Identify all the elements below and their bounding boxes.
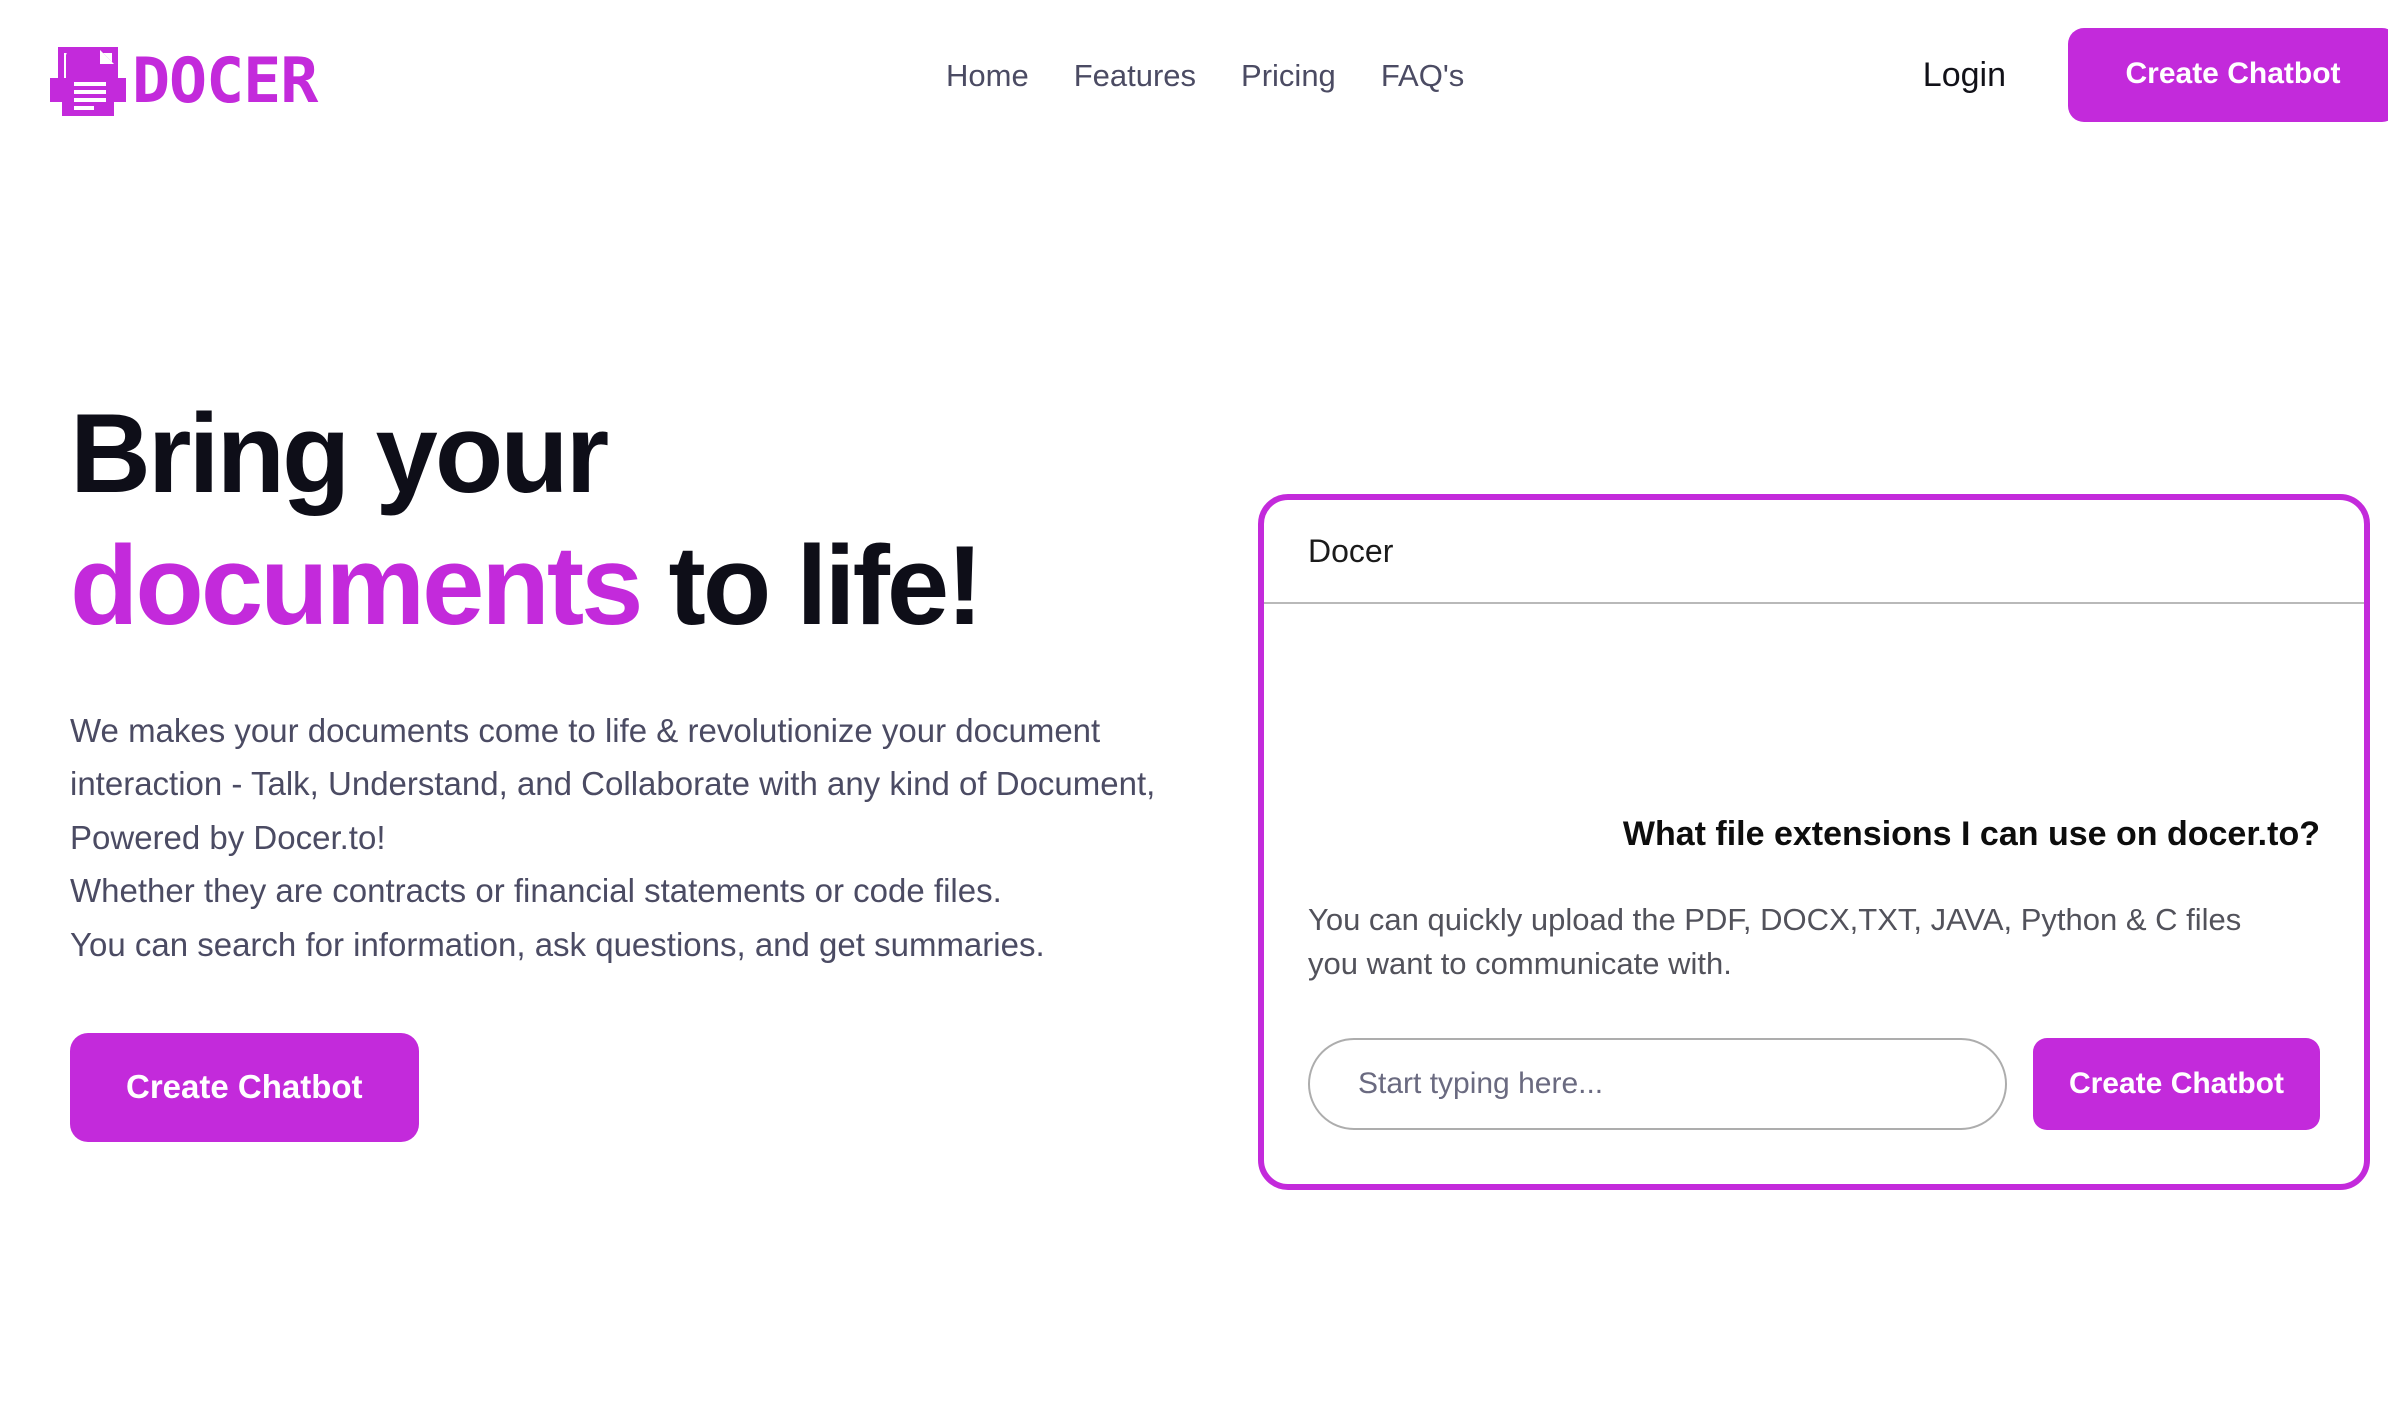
header-actions: Login Create Chatbot xyxy=(1923,0,2388,150)
chat-input-row: Create Chatbot xyxy=(1308,1038,2320,1130)
chat-create-chatbot-button[interactable]: Create Chatbot xyxy=(2032,1038,2320,1130)
login-link[interactable]: Login xyxy=(1923,58,2006,92)
main-navigation: Home Features Pricing FAQ's xyxy=(946,0,1464,150)
hero-section: Bring your documents to life! We makes y… xyxy=(70,398,1230,1143)
chat-preview-card: Docer What file extensions I can use on … xyxy=(1258,494,2370,1190)
site-header: DOCER Home Features Pricing FAQ's Login … xyxy=(0,0,2388,150)
chat-message-user: What file extensions I can use on docer.… xyxy=(1622,814,2320,853)
hero-headline-accent: documents xyxy=(70,523,643,648)
landing-page: DOCER Home Features Pricing FAQ's Login … xyxy=(0,0,2388,1414)
nav-item-features[interactable]: Features xyxy=(1074,60,1196,91)
hero-headline-line1: Bring your xyxy=(70,391,609,516)
header-create-chatbot-button[interactable]: Create Chatbot xyxy=(2068,28,2388,122)
brand-wordmark: DOCER xyxy=(132,44,318,117)
chat-message-list: What file extensions I can use on docer.… xyxy=(1264,604,2364,1184)
hero-headline: Bring your documents to life! xyxy=(70,398,1230,642)
brand-logo[interactable]: DOCER xyxy=(48,42,318,120)
chat-card-header: Docer xyxy=(1264,500,2364,604)
chat-message-bot: You can quickly upload the PDF, DOCX,TXT… xyxy=(1308,901,2242,981)
chat-card-title: Docer xyxy=(1308,533,1394,569)
nav-item-faqs[interactable]: FAQ's xyxy=(1381,60,1464,91)
nav-item-pricing[interactable]: Pricing xyxy=(1241,60,1336,91)
hero-headline-line2: documents to life! xyxy=(70,530,1230,642)
printer-document-icon xyxy=(50,47,126,116)
chat-input[interactable] xyxy=(1308,1038,2007,1130)
hero-create-chatbot-button[interactable]: Create Chatbot xyxy=(70,1033,419,1143)
nav-item-home[interactable]: Home xyxy=(946,60,1029,91)
hero-paragraph: We makes your documents come to life & r… xyxy=(70,712,1156,963)
hero-headline-tail: to life! xyxy=(640,523,984,648)
